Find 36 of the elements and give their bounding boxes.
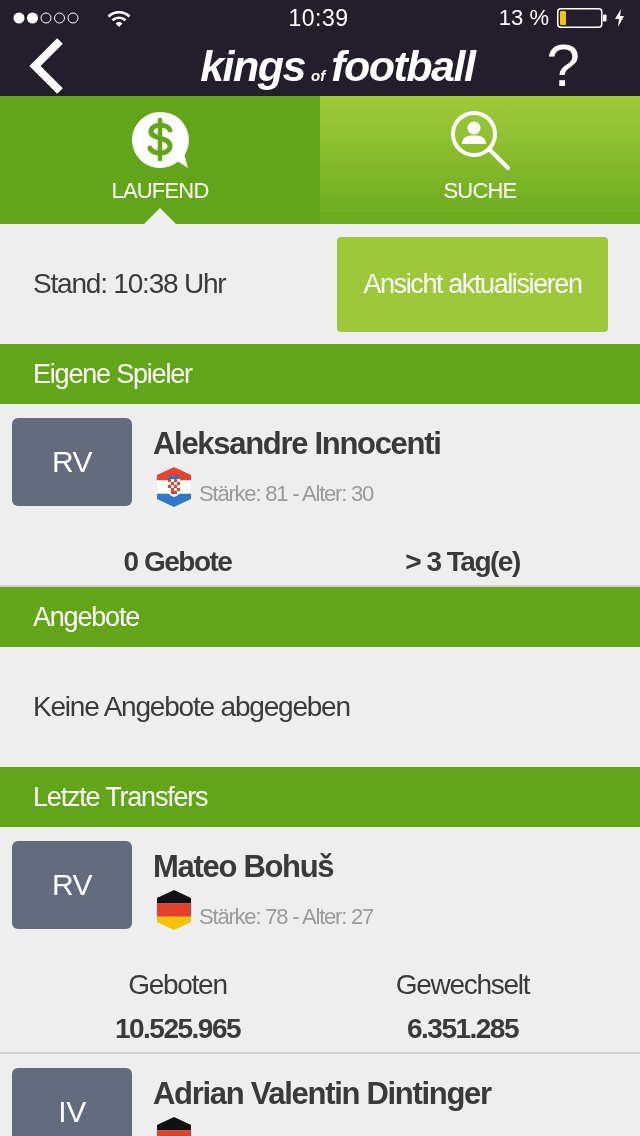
tab[interactable]: SUCHE bbox=[320, 96, 640, 224]
section-header: Angebote bbox=[0, 587, 640, 647]
stat-value: 0 Gebote bbox=[123, 545, 232, 579]
stat-value: 6.351.285 bbox=[406, 1012, 519, 1046]
section-header: Eigene Spieler bbox=[0, 344, 640, 404]
dollar-speech-bubble-icon bbox=[130, 110, 190, 170]
person-search-icon bbox=[450, 110, 510, 170]
section-header: Letzte Transfers bbox=[0, 767, 640, 827]
player-attributes: Stärke: 78 - Alter: 27 bbox=[199, 904, 374, 930]
stat-value: > 3 Tag(e) bbox=[405, 545, 520, 579]
tab[interactable]: LAUFEND bbox=[0, 96, 320, 224]
german-flag-icon bbox=[157, 890, 191, 930]
empty-message: Keine Angebote abgegeben bbox=[33, 691, 350, 723]
stat-label: Geboten bbox=[128, 968, 227, 1002]
tab-pointer-icon bbox=[144, 208, 176, 224]
battery-percentage: 13 % bbox=[498, 5, 549, 31]
position-badge: IV bbox=[12, 1068, 132, 1136]
player-name: Aleksandre Innocenti bbox=[153, 426, 441, 462]
help-button[interactable]: ? bbox=[546, 36, 580, 96]
signal-strength-icon bbox=[13, 12, 79, 24]
battery-icon bbox=[557, 8, 607, 28]
stat-value: 10.525.965 bbox=[114, 1012, 241, 1046]
app-logo: kings of football bbox=[200, 41, 475, 91]
wifi-icon bbox=[107, 9, 131, 27]
stat-label: Gewechselt bbox=[395, 968, 530, 1002]
status-time: 10:39 bbox=[288, 4, 349, 32]
player-name: Adrian Valentin Dintinger bbox=[153, 1076, 491, 1112]
back-chevron-icon bbox=[28, 38, 64, 94]
player-attributes: Stärke: 81 - Alter: 30 bbox=[199, 481, 374, 507]
croatian-flag-icon bbox=[157, 467, 191, 507]
last-update-time: Stand: 10:38 Uhr bbox=[33, 268, 226, 300]
refresh-view-button[interactable]: Ansicht aktualisieren bbox=[337, 236, 608, 332]
position-badge: RV bbox=[12, 418, 132, 506]
player-name: Mateo Bohuš bbox=[153, 849, 335, 885]
position-badge: RV bbox=[12, 841, 132, 929]
charging-bolt-icon bbox=[615, 9, 624, 27]
